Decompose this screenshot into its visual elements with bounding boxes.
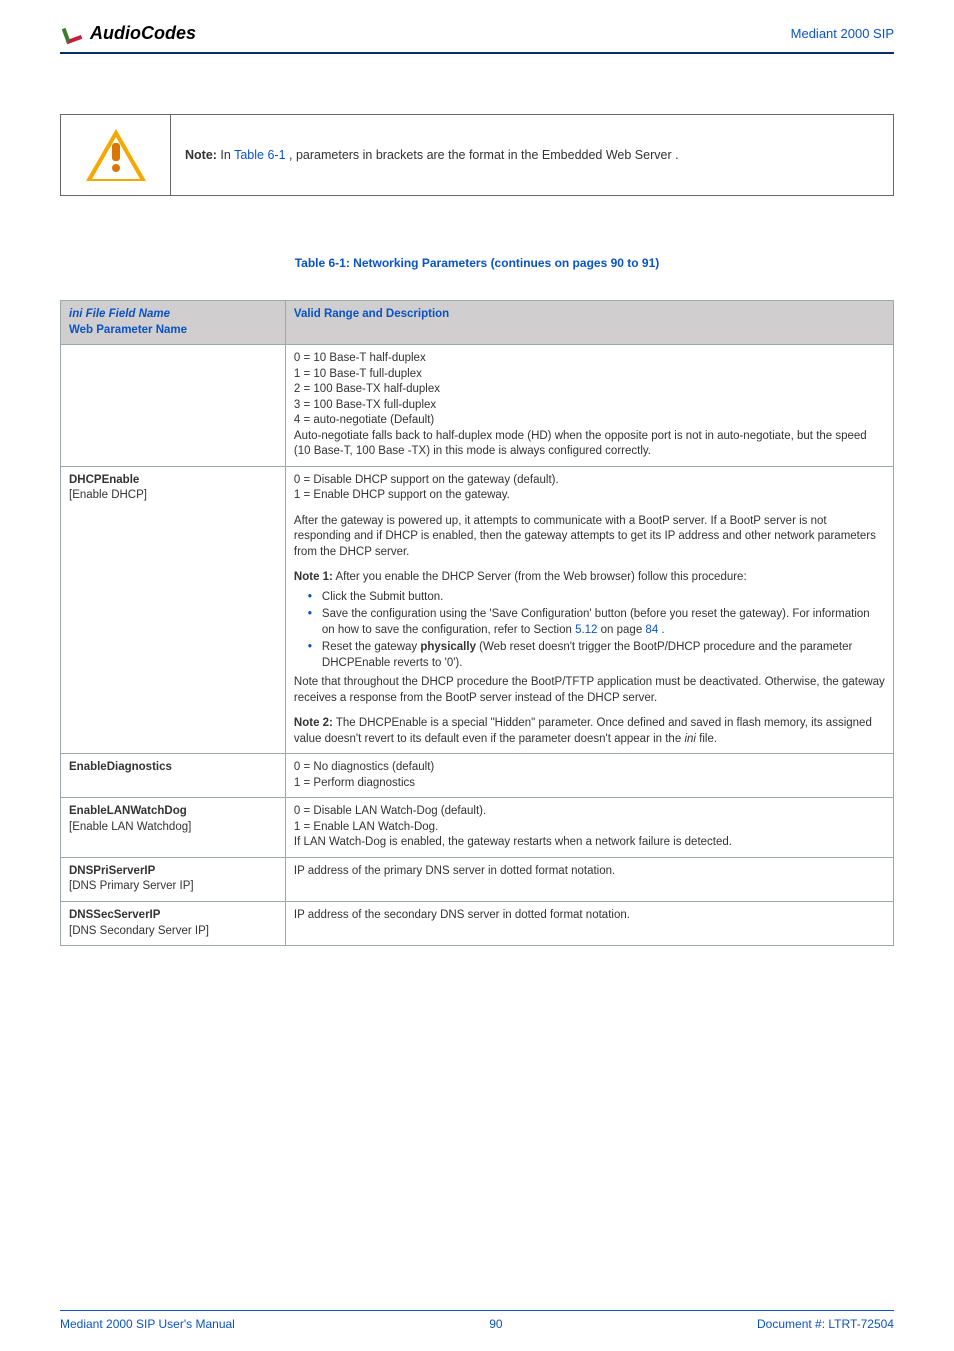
page-header: AudioCodes Mediant 2000 SIP: [60, 20, 894, 54]
note-table-link[interactable]: Table 6-1: [234, 148, 285, 162]
col-header-val: Valid Range and Description: [285, 301, 893, 345]
table-row: DHCPEnable [Enable DHCP] 0 = Disable DHC…: [61, 466, 894, 754]
table-row: DNSPriServerIP [DNS Primary Server IP] I…: [61, 857, 894, 901]
param-val: 0 = No diagnostics (default) 1 = Perform…: [285, 754, 893, 798]
brand-name: AudioCodes: [90, 23, 196, 44]
table-row: DNSSecServerIP [DNS Secondary Server IP]…: [61, 901, 894, 945]
param-key: DNSPriServerIP [DNS Primary Server IP]: [61, 857, 286, 901]
note-run1: In: [220, 148, 234, 162]
param-val: IP address of the secondary DNS server i…: [285, 901, 893, 945]
param-key: EnableDiagnostics: [61, 754, 286, 798]
table-row: 0 = 10 Base-T half-duplex 1 = 10 Base-T …: [61, 345, 894, 467]
param-val: 0 = Disable DHCP support on the gateway …: [285, 466, 893, 754]
section-link[interactable]: 5.12: [575, 624, 597, 636]
table-row: EnableDiagnostics 0 = No diagnostics (de…: [61, 754, 894, 798]
param-key: DHCPEnable [Enable DHCP]: [61, 466, 286, 754]
note-prefix: Note:: [185, 148, 220, 162]
table-caption: Table 6-1: Networking Parameters (contin…: [60, 256, 894, 270]
brand-logo: AudioCodes: [60, 20, 196, 46]
header-product-label: Mediant 2000 SIP: [791, 26, 894, 41]
parameters-table: ini File Field Name Web Parameter Name V…: [60, 300, 894, 946]
param-key: [61, 345, 286, 467]
list-item: Save the configuration using the 'Save C…: [308, 607, 885, 638]
param-key: EnableLANWatchDog [Enable LAN Watchdog]: [61, 798, 286, 858]
param-val: IP address of the primary DNS server in …: [285, 857, 893, 901]
footer-left: Mediant 2000 SIP User's Manual: [60, 1317, 235, 1331]
footer-page-number: 90: [489, 1317, 502, 1331]
page-footer: Mediant 2000 SIP User's Manual 90 Docume…: [60, 1310, 894, 1331]
param-key: DNSSecServerIP [DNS Secondary Server IP]: [61, 901, 286, 945]
footer-right: Document #: LTRT-72504: [757, 1317, 894, 1331]
param-val: 0 = 10 Base-T half-duplex 1 = 10 Base-T …: [285, 345, 893, 467]
table-row: EnableLANWatchDog [Enable LAN Watchdog] …: [61, 798, 894, 858]
note-icon-cell: [61, 115, 171, 195]
list-item: Click the Submit button.: [308, 590, 885, 606]
param-val: 0 = Disable LAN Watch-Dog (default). 1 =…: [285, 798, 893, 858]
note-callout: Note: In Table 6-1 , parameters in brack…: [60, 114, 894, 196]
note-text: Note: In Table 6-1 , parameters in brack…: [171, 115, 893, 195]
col-header-key: ini File Field Name Web Parameter Name: [61, 301, 286, 345]
warning-triangle-icon: [86, 129, 146, 181]
list-item: Reset the gateway physically (Web reset …: [308, 640, 885, 671]
note-run2: , parameters in brackets are the format …: [289, 148, 679, 162]
dhcp-steps-list: Click the Submit button. Save the config…: [294, 590, 885, 672]
audiocodes-mark-icon: [60, 20, 86, 46]
page-link[interactable]: 84: [645, 624, 658, 636]
